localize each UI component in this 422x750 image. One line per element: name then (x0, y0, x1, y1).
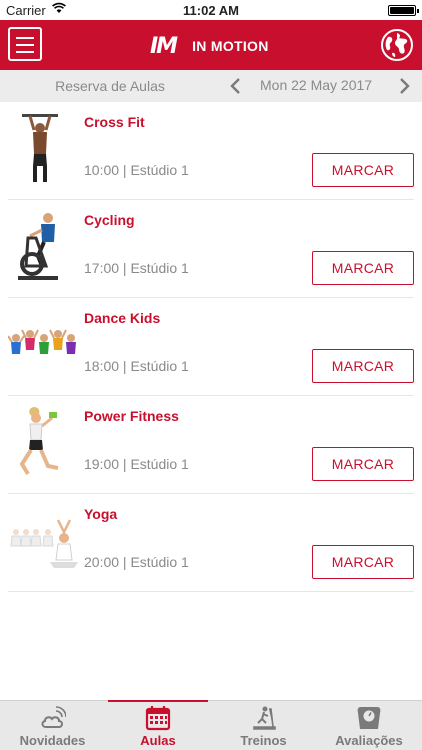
chevron-left-icon[interactable] (228, 76, 244, 96)
brand: IM IN MOTION (150, 33, 269, 59)
nav-bar: IM IN MOTION (0, 20, 422, 70)
status-bar: Carrier 11:02 AM (0, 0, 422, 20)
tab-aulas[interactable]: Aulas (105, 701, 211, 750)
scale-icon (357, 707, 381, 729)
tab-label: Treinos (240, 733, 287, 748)
class-time-studio: 10:00 | Estúdio 1 (84, 162, 189, 178)
tab-novidades[interactable]: Novidades (0, 701, 105, 750)
class-photo-dance-kids (8, 329, 76, 354)
class-row: Power Fitness 19:00 | Estúdio 1 MARCAR (8, 396, 414, 494)
hamburger-menu-icon[interactable] (8, 27, 42, 61)
status-time: 11:02 AM (183, 3, 239, 18)
tab-label: Aulas (140, 733, 176, 748)
class-row: Cycling 17:00 | Estúdio 1 MARCAR (8, 200, 414, 298)
tab-avaliacoes[interactable]: Avaliações (316, 701, 422, 750)
book-class-button[interactable]: MARCAR (312, 251, 414, 285)
class-row: Dance Kids 18:00 | Estúdio 1 MARCAR (8, 298, 414, 396)
class-list: Cross Fit 10:00 | Estúdio 1 MARCAR Cycli… (0, 102, 422, 592)
tab-label: Novidades (19, 733, 86, 748)
tab-treinos[interactable]: Treinos (211, 701, 316, 750)
section-title: Reserva de Aulas (55, 78, 165, 94)
class-row: Cross Fit 10:00 | Estúdio 1 MARCAR (8, 102, 414, 200)
class-time-studio: 19:00 | Estúdio 1 (84, 456, 189, 472)
class-photo-cycling (18, 213, 58, 280)
book-class-button[interactable]: MARCAR (312, 545, 414, 579)
calendar-icon (145, 706, 171, 731)
book-class-button[interactable]: MARCAR (312, 153, 414, 187)
tab-label: Avaliações (335, 733, 403, 748)
chevron-right-icon[interactable] (396, 76, 412, 96)
class-name: Yoga (84, 506, 118, 522)
class-name: Cycling (84, 212, 135, 228)
globe-icon[interactable] (380, 28, 414, 62)
class-photo-crossfit (22, 114, 58, 182)
treadmill-icon (252, 706, 276, 730)
class-time-studio: 20:00 | Estúdio 1 (84, 554, 189, 570)
class-name: Cross Fit (84, 114, 145, 130)
date-bar: Reserva de Aulas Mon 22 May 2017 (0, 70, 422, 102)
class-name: Power Fitness (84, 408, 179, 424)
class-name: Dance Kids (84, 310, 161, 326)
book-class-button[interactable]: MARCAR (312, 349, 414, 383)
class-photo-power-fitness (19, 407, 59, 476)
brand-logo: IM (150, 33, 178, 59)
class-photo-yoga (10, 519, 78, 568)
app-title: IN MOTION (192, 38, 269, 54)
book-class-button[interactable]: MARCAR (312, 447, 414, 481)
class-row: Yoga 20:00 | Estúdio 1 MARCAR (8, 494, 414, 592)
selected-date: Mon 22 May 2017 (260, 77, 373, 93)
tab-bar: Novidades Aulas Treinos Avaliações (0, 700, 422, 750)
cloud-signal-icon (41, 706, 66, 728)
battery-icon (388, 5, 419, 16)
class-time-studio: 18:00 | Estúdio 1 (84, 358, 189, 374)
class-time-studio: 17:00 | Estúdio 1 (84, 260, 189, 276)
